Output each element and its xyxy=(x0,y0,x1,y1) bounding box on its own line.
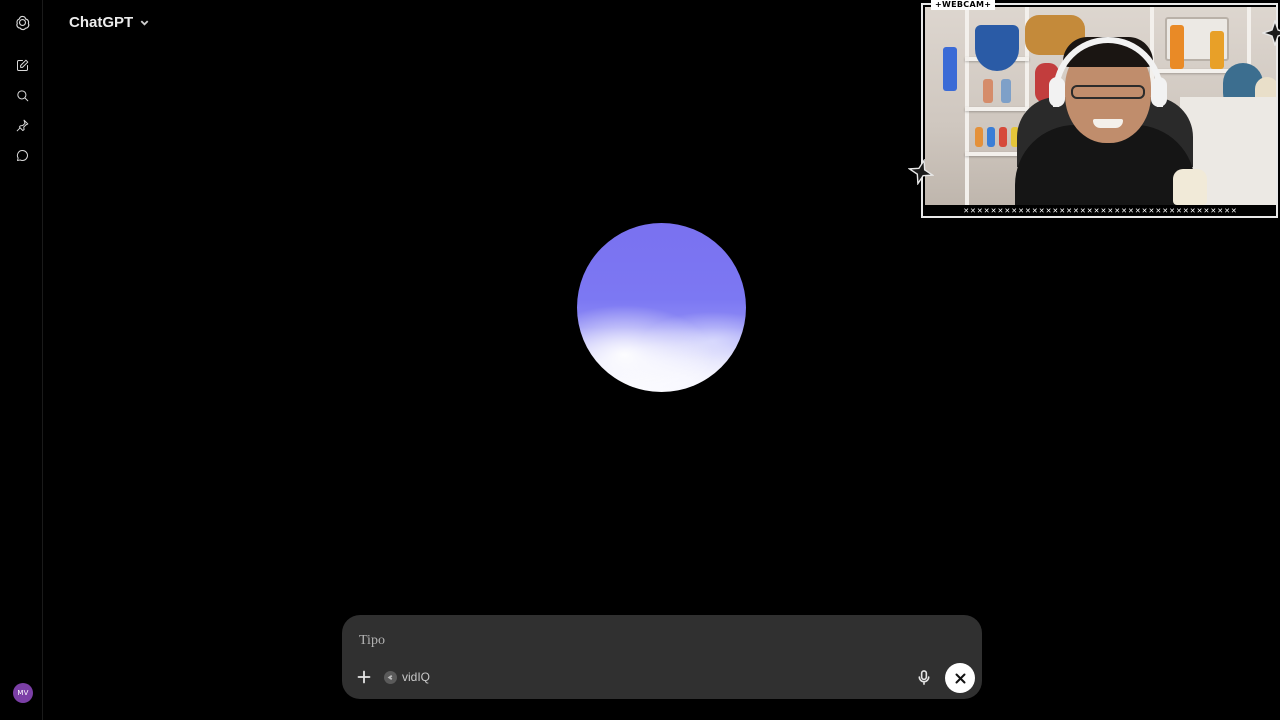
app-window: MV ChatGPT vidIQ xyxy=(0,0,1280,720)
webcam-video xyxy=(925,7,1276,205)
star-icon xyxy=(907,158,935,186)
avatar[interactable]: MV xyxy=(13,683,33,703)
model-switcher[interactable]: ChatGPT xyxy=(64,10,155,34)
microphone-button[interactable] xyxy=(914,667,934,687)
tool-chip-vidiq[interactable]: vidIQ xyxy=(384,668,430,686)
openai-logo-icon[interactable] xyxy=(11,11,33,33)
add-attachment-button[interactable] xyxy=(354,667,374,687)
star-icon xyxy=(1262,20,1280,46)
composer: vidIQ xyxy=(342,615,982,699)
pin-icon[interactable] xyxy=(11,114,33,136)
webcam-overlay: ✕✕✕✕✕✕✕✕✕✕✕✕✕✕✕✕✕✕✕✕✕✕✕✕✕✕✕✕✕✕✕✕✕✕✕✕✕✕✕✕ xyxy=(921,3,1278,218)
tool-chip-label: vidIQ xyxy=(402,670,431,684)
sidebar-rail: MV xyxy=(0,0,43,720)
chat-bubble-icon[interactable] xyxy=(11,144,33,166)
end-voice-button[interactable] xyxy=(945,663,975,693)
search-icon[interactable] xyxy=(11,84,33,106)
webcam-tag: +WEBCAM+ xyxy=(931,0,996,10)
new-chat-icon[interactable] xyxy=(11,54,33,76)
model-name: ChatGPT xyxy=(69,13,134,31)
chevron-down-icon xyxy=(140,19,149,26)
vidiq-icon xyxy=(384,670,397,684)
voice-orb xyxy=(577,223,746,392)
close-icon xyxy=(955,673,965,683)
plus-icon xyxy=(357,670,371,684)
webcam-strip: ✕✕✕✕✕✕✕✕✕✕✕✕✕✕✕✕✕✕✕✕✕✕✕✕✕✕✕✕✕✕✕✕✕✕✕✕✕✕✕✕ xyxy=(925,206,1276,216)
microphone-icon xyxy=(918,669,930,685)
message-input[interactable] xyxy=(357,629,961,653)
